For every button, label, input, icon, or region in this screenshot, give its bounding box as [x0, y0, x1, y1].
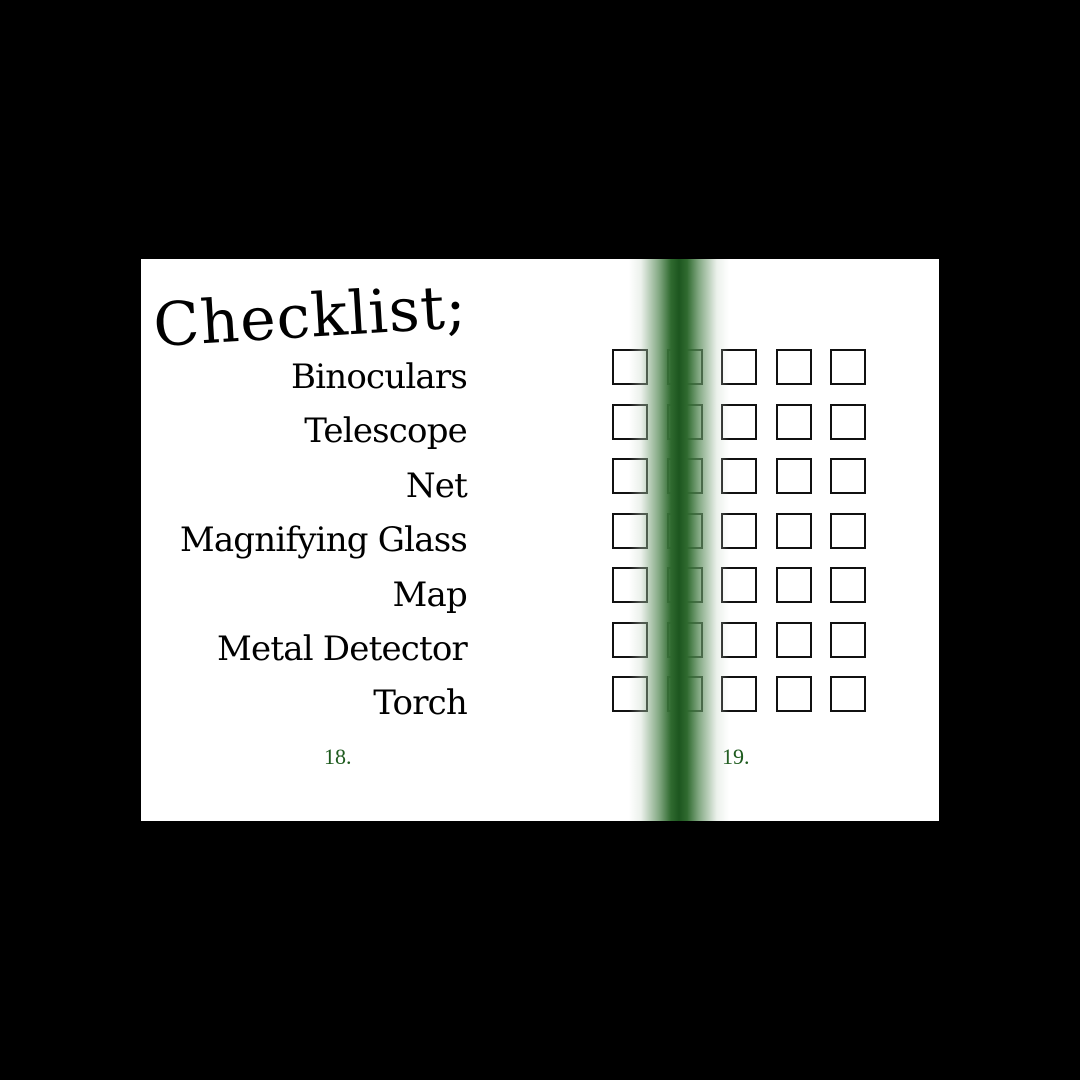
checklist-item: Torch — [373, 683, 468, 724]
checkbox[interactable] — [775, 512, 812, 549]
book-gutter — [629, 259, 729, 821]
checklist-item: Binoculars — [290, 357, 468, 397]
checkbox[interactable] — [830, 676, 866, 712]
checklist-item: Net — [405, 465, 468, 506]
checkbox[interactable] — [830, 458, 866, 494]
checklist-item: Metal Detector — [217, 628, 468, 669]
checkbox[interactable] — [775, 621, 812, 658]
page-title: Checklist; — [151, 272, 470, 362]
checkbox[interactable] — [830, 621, 866, 658]
checkbox[interactable] — [775, 349, 812, 385]
page-number-left: 18. — [324, 744, 352, 769]
book-spread: Checklist; Binoculars Telescope Net Magn… — [141, 259, 939, 821]
checkbox[interactable] — [775, 676, 812, 712]
checkbox[interactable] — [830, 349, 866, 385]
checklist-item: Map — [392, 574, 468, 615]
right-page: 19. — [540, 259, 939, 821]
checklist-item: Telescope — [304, 411, 468, 452]
checklist-items: Binoculars Telescope Net Magnifying Glas… — [179, 350, 468, 731]
checkbox[interactable] — [775, 403, 812, 440]
checkbox[interactable] — [830, 403, 866, 440]
checkbox[interactable] — [830, 512, 866, 549]
left-page: Checklist; Binoculars Telescope Net Magn… — [141, 259, 540, 821]
checklist-item: Magnifying Glass — [179, 520, 468, 561]
checkbox[interactable] — [830, 567, 866, 603]
checkbox[interactable] — [775, 458, 812, 494]
checkbox[interactable] — [775, 567, 812, 603]
